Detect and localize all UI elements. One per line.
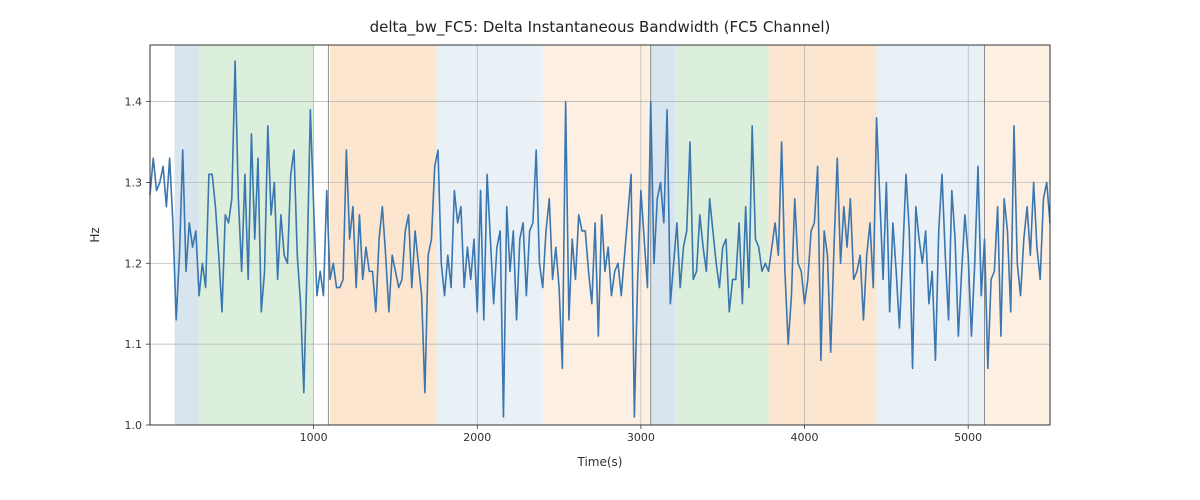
- chart-title: delta_bw_FC5: Delta Instantaneous Bandwi…: [0, 18, 1200, 36]
- xtick-label: 3000: [627, 431, 655, 444]
- axes: 1.01.11.21.31.410002000300040005000: [150, 45, 1050, 425]
- xtick-label: 4000: [791, 431, 819, 444]
- xtick-label: 1000: [300, 431, 328, 444]
- ytick-label: 1.3: [125, 176, 143, 189]
- ytick-label: 1.0: [125, 419, 143, 432]
- region-band: [651, 45, 676, 425]
- x-axis-label: Time(s): [150, 455, 1050, 469]
- ytick-label: 1.2: [125, 257, 143, 270]
- xtick-label: 2000: [463, 431, 491, 444]
- xtick-label: 5000: [954, 431, 982, 444]
- ytick-label: 1.1: [125, 338, 143, 351]
- region-band: [543, 45, 651, 425]
- figure: delta_bw_FC5: Delta Instantaneous Bandwi…: [0, 0, 1200, 500]
- y-axis-label: Hz: [88, 227, 102, 242]
- ytick-label: 1.4: [125, 96, 143, 109]
- region-band: [330, 45, 436, 425]
- chart-svg: 1.01.11.21.31.410002000300040005000: [150, 45, 1050, 425]
